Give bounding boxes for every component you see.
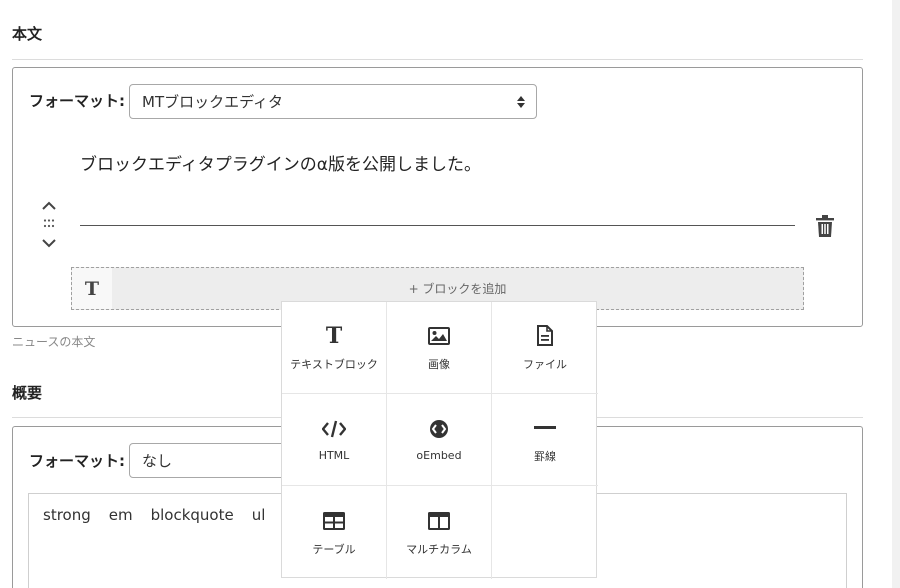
menu-item-multicolumn[interactable]: マルチカラム: [387, 486, 492, 579]
body-format-select[interactable]: MTブロックエディタ: [129, 84, 537, 119]
body-section-title: 本文: [12, 25, 43, 43]
columns-icon: [428, 509, 450, 533]
oembed-icon: [429, 417, 449, 441]
summary-format-value: なし: [142, 452, 173, 470]
summary-format-label: フォーマット:: [29, 452, 125, 470]
menu-item-table[interactable]: テーブル: [282, 486, 387, 579]
menu-item-html[interactable]: HTML: [282, 394, 387, 486]
move-down-icon[interactable]: [40, 236, 58, 250]
summary-section-title: 概要: [12, 384, 43, 402]
menu-empty-cell: [492, 486, 598, 579]
body-format-value: MTブロックエディタ: [142, 93, 284, 111]
hr-block-line[interactable]: [80, 225, 795, 226]
hr-icon: [534, 416, 556, 440]
menu-item-text-block[interactable]: T テキストブロック: [282, 302, 387, 394]
image-icon: [428, 324, 450, 348]
menu-item-image[interactable]: 画像: [387, 302, 492, 394]
toolbar-blockquote-button[interactable]: blockquote: [151, 506, 234, 524]
text-icon: T: [325, 322, 343, 349]
move-up-icon[interactable]: [40, 198, 58, 212]
toolbar-em-button[interactable]: em: [109, 506, 133, 524]
text-type-icon[interactable]: T: [72, 268, 112, 309]
select-arrows-icon: [517, 95, 525, 108]
trash-icon[interactable]: [815, 214, 835, 238]
file-icon: [537, 324, 553, 348]
menu-item-file[interactable]: ファイル: [492, 302, 598, 394]
menu-item-hr[interactable]: 罫線: [492, 394, 598, 486]
block-type-menu: T テキストブロック 画像 ファイル HTML oEmbed 罫線 テーブル マ…: [281, 301, 598, 579]
menu-item-oembed[interactable]: oEmbed: [387, 394, 492, 486]
toolbar-ul-button[interactable]: ul: [252, 506, 266, 524]
text-block-content[interactable]: ブロックエディタプラグインのα版を公開しました。: [80, 150, 481, 175]
page-scrollbar[interactable]: [892, 0, 900, 588]
body-format-label: フォーマット:: [29, 92, 125, 110]
toolbar-strong-button[interactable]: strong: [43, 506, 91, 524]
body-hint-text: ニュースの本文: [12, 335, 96, 349]
body-section-divider: [12, 59, 863, 60]
table-icon: [323, 509, 345, 533]
drag-handle-icon[interactable]: [40, 217, 58, 229]
code-icon: [322, 417, 346, 441]
